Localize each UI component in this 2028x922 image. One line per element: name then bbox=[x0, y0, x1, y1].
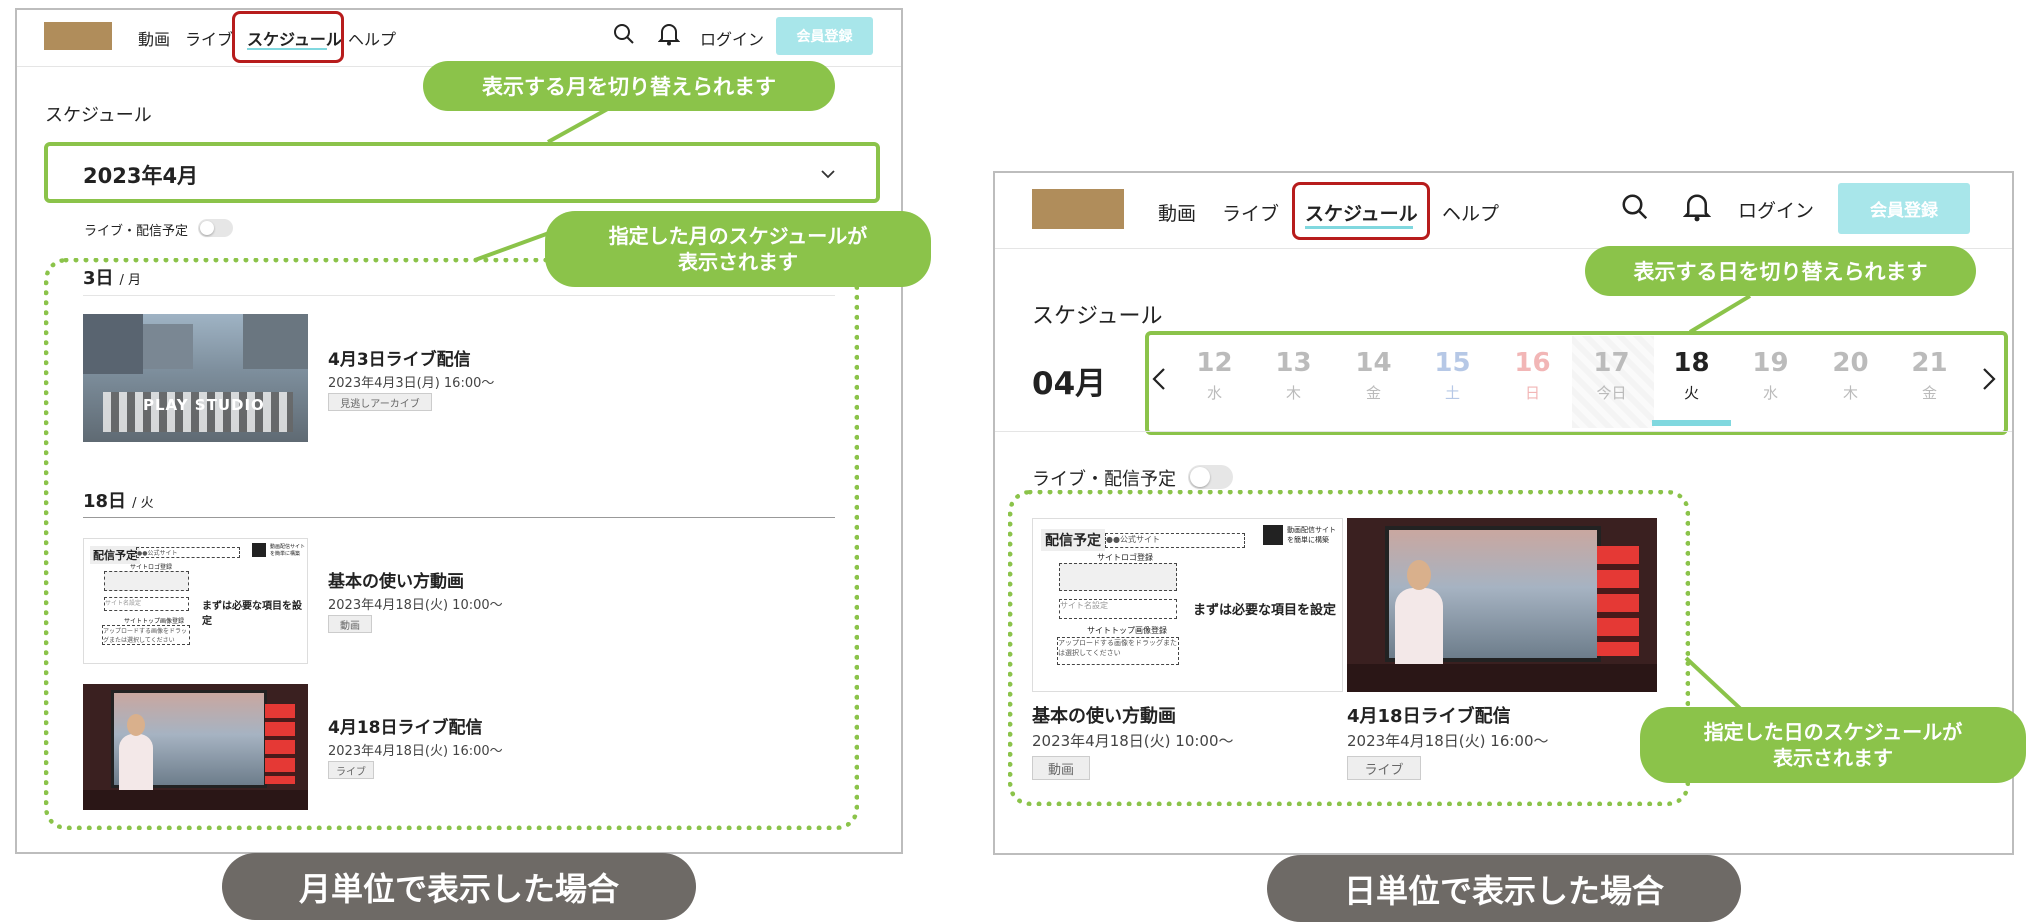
callout-line1: 指定した月のスケジュールが bbox=[608, 224, 868, 248]
schedule-nav-highlight bbox=[1292, 182, 1430, 240]
month-select-highlight bbox=[44, 142, 880, 203]
nav-videos[interactable]: 動画 bbox=[1158, 199, 1196, 226]
nav-help[interactable]: ヘルプ bbox=[1442, 199, 1499, 226]
page-title: スケジュール bbox=[1032, 304, 1163, 329]
nav-live[interactable]: ライブ bbox=[185, 26, 233, 50]
toggle-label: ライブ・配信予定 bbox=[84, 224, 189, 239]
login-link[interactable]: ログイン bbox=[700, 26, 764, 50]
register-button[interactable]: 会員登録 bbox=[1838, 183, 1970, 234]
callout-daily-schedule: 指定した日のスケジュールが 表示されます bbox=[1640, 707, 2026, 783]
schedule-nav-highlight bbox=[232, 11, 344, 63]
nav-help[interactable]: ヘルプ bbox=[348, 26, 396, 50]
callout-monthly-schedule: 指定した月のスケジュールが 表示されます bbox=[545, 211, 931, 287]
callout-line1: 指定した日のスケジュールが bbox=[1703, 720, 1963, 744]
daily-schedule-highlight bbox=[1008, 490, 1690, 806]
month-label: 04月 bbox=[1032, 366, 1107, 402]
callout-month: 表示する月を切り替えられます bbox=[423, 61, 835, 111]
site-logo[interactable] bbox=[44, 22, 112, 50]
nav-videos[interactable]: 動画 bbox=[138, 26, 170, 50]
search-icon[interactable] bbox=[1620, 192, 1650, 222]
date-strip-divider bbox=[995, 431, 2012, 432]
bell-icon[interactable] bbox=[658, 22, 680, 46]
live-toggle[interactable] bbox=[1188, 465, 1233, 489]
site-logo[interactable] bbox=[1032, 189, 1124, 229]
search-icon[interactable] bbox=[612, 22, 636, 46]
monthly-schedule-highlight bbox=[44, 258, 859, 830]
caption-daily: 日単位で表示した場合 bbox=[1267, 855, 1741, 922]
register-button[interactable]: 会員登録 bbox=[776, 17, 873, 55]
nav-live[interactable]: ライブ bbox=[1222, 199, 1279, 226]
live-toggle[interactable] bbox=[198, 219, 233, 237]
toggle-label: ライブ・配信予定 bbox=[1032, 469, 1176, 490]
bell-icon[interactable] bbox=[1683, 192, 1711, 222]
date-strip-highlight bbox=[1145, 331, 2008, 435]
callout-line2: 表示されます bbox=[678, 250, 798, 274]
login-link[interactable]: ログイン bbox=[1738, 196, 1814, 223]
callout-day: 表示する日を切り替えられます bbox=[1585, 246, 1976, 296]
caption-monthly: 月単位で表示した場合 bbox=[222, 853, 696, 920]
callout-line2: 表示されます bbox=[1773, 746, 1893, 770]
page-title: スケジュール bbox=[45, 105, 152, 126]
